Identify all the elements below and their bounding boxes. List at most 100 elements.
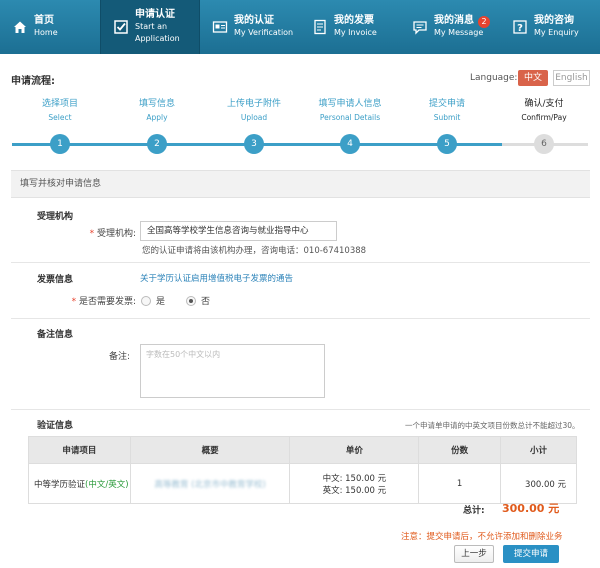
- agency-label: * 受理机构:: [89, 229, 136, 239]
- step-sublabel: Upload: [240, 113, 268, 122]
- col-header-price: 单价: [289, 436, 420, 464]
- nav-message-label: 我的消息: [434, 15, 474, 26]
- step-sublabel: Confirm/Pay: [521, 113, 567, 122]
- nav-home-sub: Home: [34, 28, 58, 37]
- agency-input[interactable]: 全国高等学校学生信息咨询与就业指导中心: [140, 221, 337, 241]
- radio-dot-selected[interactable]: [186, 295, 196, 306]
- step-number: 6: [534, 134, 554, 154]
- invoice-icon: [312, 19, 328, 35]
- nav-verification-label: 我的认证: [234, 15, 274, 26]
- table-header-row: 申请项目 概要 单价 份数 小计: [28, 436, 577, 464]
- step-label: 填写申请人信息: [318, 99, 382, 109]
- radio-dot[interactable]: [141, 295, 151, 306]
- divider: [11, 262, 590, 263]
- radio-label: 否: [201, 297, 211, 307]
- section-remark: 备注信息: [37, 330, 74, 340]
- invoice-label: * 是否需要发票:: [71, 297, 136, 307]
- submit-notice: 注意：提交申请后，不允许添加和删除业务: [401, 532, 563, 542]
- nav-item-apply[interactable]: 申请认证 Start an Application: [100, 0, 200, 54]
- nav-enquiry-label: 我的咨询: [534, 15, 574, 26]
- nav-item-home[interactable]: 首页 Home: [0, 0, 100, 54]
- step-sublabel: Select: [48, 113, 72, 122]
- nav-item-verification[interactable]: 我的认证 My Verification: [200, 0, 300, 54]
- divider: [11, 318, 590, 319]
- cell-subtotal: 300.00 元: [500, 463, 577, 504]
- invoice-radio-yes[interactable]: 是: [141, 294, 165, 307]
- verify-note: 一个申请单申请的中英文项目份数总计不能超过30。: [405, 421, 580, 430]
- item-lang: (中文/英文): [85, 479, 129, 490]
- order-table: 申请项目 概要 单价 份数 小计 中等学历验证(中文/英文) 高等教育 (北京市…: [28, 436, 577, 504]
- nav-enquiry-sub: My Enquiry: [534, 28, 579, 37]
- svg-text:?: ?: [517, 23, 523, 34]
- col-header-subtotal: 小计: [500, 436, 577, 464]
- top-nav: 首页 Home 申请认证 Start an Application 我的认证 My V…: [0, 0, 600, 54]
- invoice-label-text: 是否需要发票:: [78, 297, 136, 307]
- step-number: 2: [147, 134, 167, 154]
- nav-item-enquiry[interactable]: ? 我的咨询 My Enquiry: [500, 0, 600, 54]
- divider: [11, 409, 590, 410]
- invoice-radio-no[interactable]: 否: [186, 294, 210, 307]
- step-label: 确认/支付: [524, 99, 564, 109]
- step-apply: 填写信息 Apply: [112, 98, 202, 124]
- lang-en-button[interactable]: English: [553, 70, 590, 86]
- cell-summary: 高等教育 (北京市中教育学校): [129, 463, 291, 504]
- step-label: 选择项目: [41, 99, 78, 109]
- message-count-badge: 2: [478, 16, 490, 28]
- step-label: 提交申请: [428, 99, 465, 109]
- step-label: 上传电子附件: [226, 99, 281, 109]
- section-verify: 验证信息: [37, 421, 74, 431]
- step-sublabel: Personal Details: [319, 113, 381, 122]
- step-upload: 上传电子附件 Upload: [209, 98, 299, 124]
- total-value: 300.00 元: [502, 502, 560, 515]
- step-confirm: 确认/支付 Confirm/Pay: [499, 98, 589, 124]
- col-header-qty: 份数: [418, 436, 502, 464]
- radio-label: 是: [156, 297, 166, 307]
- invoice-notice-link[interactable]: 关于学历认证启用增值税电子发票的通告: [140, 272, 293, 284]
- question-icon: ?: [512, 19, 528, 35]
- table-row: 中等学历验证(中文/英文) 高等教育 (北京市中教育学校) 中文: 150.00…: [28, 463, 577, 504]
- price-zh: 中文: 150.00 元: [322, 473, 387, 484]
- message-icon: [412, 19, 428, 35]
- step-number: 3: [244, 134, 264, 154]
- nav-item-invoice[interactable]: 我的发票 My Invoice: [300, 0, 400, 54]
- nav-apply-sub: Start an Application: [135, 22, 180, 43]
- remark-label: 备注:: [108, 352, 130, 362]
- step-sublabel: Submit: [433, 113, 461, 122]
- certificate-icon: [212, 19, 228, 35]
- nav-apply-label: 申请认证: [135, 9, 175, 20]
- cell-price: 中文: 150.00 元英文: 150.00 元: [289, 463, 420, 504]
- nav-invoice-sub: My Invoice: [334, 28, 377, 37]
- process-title: 申请流程:: [11, 76, 55, 87]
- agency-hint: 您的认证申请将由该机构办理，咨询电话：010-67410388: [142, 246, 367, 256]
- col-header-item: 申请项目: [28, 436, 131, 464]
- submit-button[interactable]: 提交申请: [503, 545, 559, 563]
- agency-label-text: 受理机构:: [96, 229, 136, 239]
- panel-header: 填写并核对申请信息: [11, 170, 590, 198]
- checkbox-icon: [113, 19, 129, 35]
- remark-textarea[interactable]: 字数在50个中文以内: [140, 344, 325, 398]
- total-label: 总计:: [463, 506, 485, 516]
- step-personal: 填写申请人信息 Personal Details: [305, 98, 395, 124]
- step-number: 5: [437, 134, 457, 154]
- home-icon: [12, 19, 28, 35]
- nav-invoice-label: 我的发票: [334, 15, 374, 26]
- col-header-summary: 概要: [129, 436, 291, 464]
- step-submit: 提交申请 Submit: [402, 98, 492, 124]
- nav-home-label: 首页: [34, 15, 54, 26]
- step-label: 填写信息: [138, 99, 175, 109]
- lang-zh-button[interactable]: 中文: [518, 70, 548, 86]
- nav-verification-sub: My Verification: [234, 28, 294, 37]
- nav-message-sub: My Message: [434, 28, 484, 37]
- section-agency: 受理机构: [37, 212, 74, 222]
- language-label: Language:: [470, 73, 518, 83]
- step-select: 选择项目 Select: [15, 98, 105, 124]
- item-name: 中等学历验证: [34, 479, 86, 490]
- cell-item: 中等学历验证(中文/英文): [28, 463, 131, 504]
- step-number: 1: [50, 134, 70, 154]
- summary-text: 高等教育 (北京市中教育学校): [154, 479, 266, 490]
- cell-qty: 1: [418, 463, 502, 504]
- step-sublabel: Apply: [146, 113, 168, 122]
- section-invoice: 发票信息: [37, 275, 74, 285]
- prev-button[interactable]: 上一步: [454, 545, 494, 563]
- step-number: 4: [340, 134, 360, 154]
